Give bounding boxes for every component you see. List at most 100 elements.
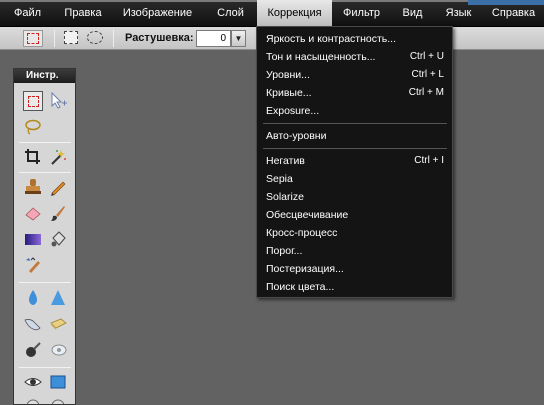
menu-item-label: Обесцвечивание (266, 209, 349, 221)
menu-item-label: Кросс-процесс (266, 227, 338, 239)
options-divider (54, 30, 55, 47)
burn-icon (26, 342, 41, 357)
zoom-icon (51, 399, 65, 404)
eye-icon (24, 378, 42, 386)
brush-tool[interactable] (48, 203, 68, 223)
menu-item-invert[interactable]: Негатив Ctrl + I (257, 152, 452, 170)
menu-item-cross-process[interactable]: Кросс-процесс (257, 224, 452, 242)
menu-item-levels[interactable]: Уровни... Ctrl + L (257, 66, 452, 84)
menu-separator (263, 148, 447, 149)
paint-bucket-icon (51, 231, 66, 247)
menu-item-curves[interactable]: Кривые... Ctrl + M (257, 84, 452, 102)
paint-bucket-tool[interactable] (48, 229, 68, 249)
color-replace-tool[interactable] (23, 255, 43, 275)
sharpen-triangle-icon (51, 290, 65, 305)
menu-item-label: Порог... (266, 245, 303, 257)
move-arrow-icon (51, 91, 67, 109)
menu-layer[interactable]: Слой (204, 0, 257, 27)
crop-icon (25, 149, 40, 164)
dodge-icon (51, 344, 67, 356)
hand-tool[interactable] (23, 396, 43, 404)
ellipse-selection-mode-icon[interactable] (87, 31, 103, 44)
menu-item-shortcut: Ctrl + L (411, 69, 444, 80)
lasso-icon (25, 119, 41, 135)
zoom-tool[interactable] (48, 396, 68, 404)
menu-language[interactable]: Язык (434, 0, 483, 27)
stamp-icon (25, 179, 41, 194)
brush-icon (51, 206, 65, 221)
pencil-icon (51, 181, 66, 196)
menu-filter[interactable]: Фильтр (332, 0, 391, 27)
menu-item-sepia[interactable]: Sepia (257, 170, 452, 188)
menu-item-label: Solarize (266, 191, 304, 203)
color-replace-icon (26, 257, 40, 273)
tool-divider (19, 367, 71, 368)
menu-item-threshold[interactable]: Порог... (257, 242, 452, 260)
menu-adjustment[interactable]: Коррекция (257, 0, 332, 27)
menu-item-shortcut: Ctrl + M (408, 87, 444, 98)
menu-item-label: Тон и насыщенность... (266, 51, 376, 63)
menu-item-color-lookup[interactable]: Поиск цвета... (257, 278, 452, 296)
menu-image[interactable]: Изображение (111, 0, 204, 27)
red-eye-tool[interactable] (23, 372, 43, 392)
menu-item-exposure[interactable]: Exposure... (257, 102, 452, 120)
menu-edit[interactable]: Правка (55, 0, 111, 27)
options-divider (113, 30, 114, 47)
shape-tool[interactable] (48, 372, 68, 392)
menu-item-shortcut: Ctrl + I (414, 155, 444, 166)
tool-divider (19, 282, 71, 283)
menu-item-solarize[interactable]: Solarize (257, 188, 452, 206)
rect-marquee-icon (27, 33, 39, 44)
menu-item-label: Яркость и контрастность... (266, 33, 397, 45)
feather-input[interactable]: 0 (196, 30, 231, 47)
menu-file[interactable]: Файл (0, 0, 55, 27)
smudge-tool[interactable] (23, 314, 43, 334)
sponge-tool[interactable] (48, 314, 68, 334)
menu-item-brightness-contrast[interactable]: Яркость и контрастность... (257, 30, 452, 48)
magic-wand-tool[interactable] (48, 147, 68, 167)
menu-item-label: Кривые... (266, 87, 312, 99)
magic-wand-icon (51, 150, 66, 165)
menu-item-auto-levels[interactable]: Авто-уровни (257, 127, 452, 145)
gradient-tool[interactable] (23, 229, 43, 249)
menu-item-label: Sepia (266, 173, 293, 185)
blur-tool[interactable] (23, 288, 43, 308)
eraser-icon (25, 207, 41, 221)
tool-divider (19, 172, 71, 173)
crop-tool[interactable] (23, 147, 43, 167)
clone-stamp-tool[interactable] (23, 177, 43, 197)
menu-item-desaturate[interactable]: Обесцвечивание (257, 206, 452, 224)
marquee-tool[interactable] (23, 91, 43, 111)
menu-item-hue-saturation[interactable]: Тон и насыщенность... Ctrl + U (257, 48, 452, 66)
tool-panel: Инстр. (13, 68, 76, 405)
menu-item-label: Exposure... (266, 105, 320, 117)
menu-view[interactable]: Вид (391, 0, 434, 27)
menu-bar: Файл Правка Изображение Слой Коррекция Ф… (0, 0, 544, 27)
tool-panel-title: Инстр. (14, 69, 75, 83)
menu-item-label: Постеризация... (266, 263, 344, 275)
menu-help[interactable]: Справка (483, 0, 544, 27)
tool-divider (19, 142, 71, 143)
gradient-icon (25, 234, 41, 245)
menu-item-shortcut: Ctrl + U (409, 51, 444, 62)
pencil-tool[interactable] (48, 177, 68, 197)
sharpen-tool[interactable] (48, 288, 68, 308)
hand-icon (26, 399, 40, 404)
menu-separator (263, 123, 447, 124)
eraser-tool[interactable] (23, 203, 43, 223)
burn-tool[interactable] (23, 340, 43, 360)
dodge-tool[interactable] (48, 340, 68, 360)
lasso-tool[interactable] (23, 117, 43, 137)
menu-item-label: Поиск цвета... (266, 281, 335, 293)
menu-item-posterize[interactable]: Постеризация... (257, 260, 452, 278)
rect-selection-mode-icon[interactable] (64, 31, 78, 44)
menu-item-label: Уровни... (266, 69, 310, 81)
feather-label: Растушевка: (125, 32, 194, 44)
move-tool[interactable] (48, 91, 68, 111)
blur-drop-icon (29, 290, 37, 305)
menu-item-label: Негатив (266, 155, 305, 167)
feather-dropdown-icon[interactable]: ▼ (231, 30, 246, 47)
marquee-tool-preset-button[interactable] (23, 30, 43, 47)
rectangle-shape-icon (50, 375, 66, 389)
sponge-icon (50, 318, 67, 330)
